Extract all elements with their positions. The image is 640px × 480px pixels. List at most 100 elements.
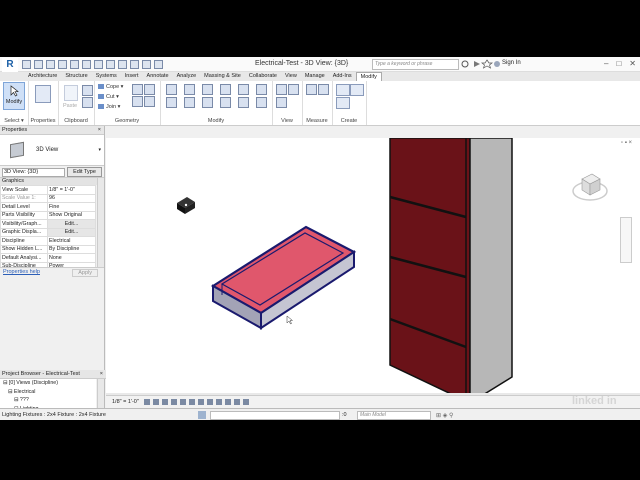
view-tool-3-icon[interactable] xyxy=(276,97,287,108)
match-properties-icon[interactable] xyxy=(82,97,93,108)
mirror-draw-icon[interactable] xyxy=(220,84,231,95)
undo-icon[interactable] xyxy=(46,60,55,69)
instance-filter-select[interactable]: 3D View: {3D} xyxy=(2,168,65,177)
property-row[interactable]: Discipline Electrical xyxy=(0,236,96,246)
open-icon[interactable] xyxy=(22,60,31,69)
3d-view-icon[interactable] xyxy=(106,60,115,69)
delete-icon[interactable] xyxy=(256,97,267,108)
visual-style-icon[interactable] xyxy=(153,399,159,405)
section-icon[interactable] xyxy=(118,60,127,69)
geometry-tool-1-icon[interactable] xyxy=(132,84,143,95)
geometry-tool-4-icon[interactable] xyxy=(144,96,155,107)
property-row[interactable]: View Scale 1/8" = 1'-0" xyxy=(0,185,96,195)
create-assembly-icon[interactable] xyxy=(336,84,350,96)
reveal-hidden-icon[interactable] xyxy=(225,399,231,405)
geometry-tool-3-icon[interactable] xyxy=(132,96,143,107)
property-value[interactable]: Fine xyxy=(47,202,96,212)
worksets-icon[interactable] xyxy=(198,411,206,419)
close-properties-icon[interactable]: × xyxy=(98,126,101,134)
cope-button[interactable]: Cope ▾ xyxy=(98,84,123,90)
properties-help-link[interactable]: Properties help xyxy=(3,269,40,275)
close-browser-icon[interactable]: × xyxy=(100,370,103,378)
apply-button[interactable]: Apply xyxy=(72,269,98,277)
property-row[interactable]: Graphic Displa... Edit... xyxy=(0,227,96,237)
text-icon[interactable] xyxy=(94,60,103,69)
camera-marker-icon[interactable] xyxy=(177,197,195,214)
property-row[interactable]: Scale Value 1: 96 xyxy=(0,193,96,203)
edit-type-button[interactable]: Edit Type xyxy=(67,167,102,177)
dimension-icon[interactable] xyxy=(318,84,329,95)
worksharing-icon[interactable] xyxy=(234,399,240,405)
property-row[interactable]: Parts Visibility Show Original xyxy=(0,210,96,220)
shadows-icon[interactable] xyxy=(171,399,177,405)
graphics-category[interactable]: Graphics xyxy=(0,178,104,185)
light-fixture-selected[interactable] xyxy=(210,225,357,330)
view-tool-1-icon[interactable] xyxy=(276,84,287,95)
tab-insert[interactable]: Insert xyxy=(121,72,143,81)
select-dropdown[interactable]: Select ▾ xyxy=(0,118,28,124)
cabinet-model[interactable] xyxy=(389,138,513,393)
property-value[interactable]: 1/8" = 1'-0" xyxy=(47,185,96,195)
property-row[interactable]: Default Analysi... None xyxy=(0,253,96,263)
offset-icon[interactable] xyxy=(184,84,195,95)
align-icon[interactable] xyxy=(166,84,177,95)
tab-massing-site[interactable]: Massing & Site xyxy=(200,72,245,81)
maximize-icon[interactable]: □ xyxy=(616,59,621,68)
tab-systems[interactable]: Systems xyxy=(92,72,121,81)
render-icon[interactable] xyxy=(180,399,186,405)
tab-collaborate[interactable]: Collaborate xyxy=(245,72,281,81)
property-value[interactable]: Electrical xyxy=(47,236,96,246)
edit-button[interactable]: Edit... xyxy=(47,219,96,229)
detail-level-icon[interactable] xyxy=(144,399,150,405)
tab-architecture[interactable]: Architecture xyxy=(24,72,61,81)
design-option-select[interactable]: Main Model xyxy=(357,411,431,420)
tab-analyze[interactable]: Analyze xyxy=(173,72,201,81)
join-button[interactable]: Join ▾ xyxy=(98,104,120,110)
copy-clipboard-icon[interactable] xyxy=(82,85,93,96)
property-row[interactable]: Visibility/Graph... Edit... xyxy=(0,219,96,229)
properties-scrollbar[interactable] xyxy=(97,178,104,267)
redo-icon[interactable] xyxy=(58,60,67,69)
edit-button[interactable]: Edit... xyxy=(47,227,96,237)
infocenter-icons[interactable] xyxy=(460,59,500,69)
analytical-model-icon[interactable] xyxy=(243,399,249,405)
crop-view-icon[interactable] xyxy=(189,399,195,405)
print-icon[interactable] xyxy=(70,60,79,69)
cut-button[interactable]: Cut ▾ xyxy=(98,94,119,100)
rotate-icon[interactable] xyxy=(202,97,213,108)
property-value[interactable]: 96 xyxy=(47,193,96,203)
sign-in-link[interactable]: Sign In xyxy=(502,60,521,66)
viewport-window-controls[interactable]: ▫ ▪ × xyxy=(621,140,632,146)
view-scale[interactable]: 1/8" = 1'-0" xyxy=(112,399,139,405)
modify-button[interactable]: Modify xyxy=(3,82,25,110)
active-workset-select[interactable] xyxy=(210,411,340,420)
close-hidden-icon[interactable] xyxy=(142,60,151,69)
move-icon[interactable] xyxy=(166,97,177,108)
pin-icon[interactable] xyxy=(256,84,267,95)
property-row[interactable]: Detail Level Fine xyxy=(0,202,96,212)
chevron-down-icon[interactable]: ▾ xyxy=(98,147,101,153)
geometry-tool-2-icon[interactable] xyxy=(144,84,155,95)
measure-tool-icon[interactable] xyxy=(306,84,317,95)
app-logo[interactable]: R xyxy=(2,58,18,72)
array-icon[interactable] xyxy=(238,97,249,108)
tab-structure[interactable]: Structure xyxy=(61,72,91,81)
viewcube[interactable] xyxy=(570,165,610,205)
tab-annotate[interactable]: Annotate xyxy=(143,72,173,81)
tab-manage[interactable]: Manage xyxy=(301,72,329,81)
lock-view-icon[interactable] xyxy=(207,399,213,405)
minimize-icon[interactable]: – xyxy=(604,59,608,68)
mirror-axis-icon[interactable] xyxy=(202,84,213,95)
thin-lines-icon[interactable] xyxy=(130,60,139,69)
save-icon[interactable] xyxy=(34,60,43,69)
tab-view[interactable]: View xyxy=(281,72,301,81)
split-icon[interactable] xyxy=(238,84,249,95)
3d-viewport[interactable]: ▫ ▪ × xyxy=(106,138,640,393)
property-row[interactable]: Show Hidden L... By Discipline xyxy=(0,244,96,254)
property-value[interactable]: None xyxy=(47,253,96,263)
create-group-icon[interactable] xyxy=(336,97,350,109)
search-input[interactable]: Type a keyword or phrase xyxy=(372,59,459,70)
close-icon[interactable]: ✕ xyxy=(629,59,636,68)
paste-icon[interactable] xyxy=(64,85,78,101)
trim-icon[interactable] xyxy=(220,97,231,108)
